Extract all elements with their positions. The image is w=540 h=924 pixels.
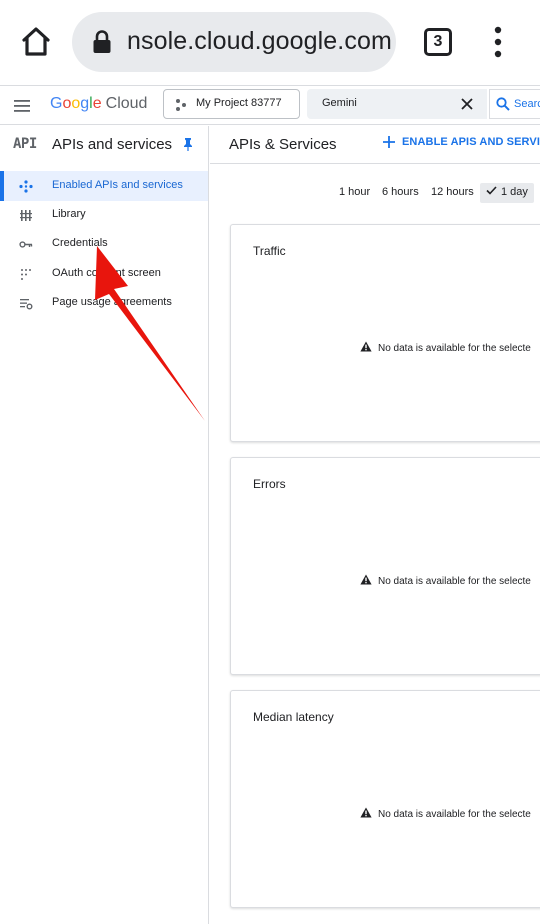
search-input[interactable]: Gemini (307, 89, 487, 119)
console-header: Google Cloud My Project 83777 Gemini Sear… (0, 87, 540, 125)
search-icon (496, 97, 510, 111)
sidebar: API APIs and services Enabled APIs and s… (0, 126, 209, 924)
divider (210, 163, 540, 164)
search-input-value: Gemini (322, 97, 357, 109)
close-icon[interactable] (460, 97, 474, 111)
logo-letter: o (71, 95, 81, 112)
main-content: APIs & Services ENABLE APIS AND SERVICES… (210, 126, 540, 924)
sidebar-item-library[interactable]: Library (0, 200, 208, 230)
hamburger-icon (14, 100, 30, 112)
warning-icon (360, 807, 372, 818)
time-range-1-day[interactable]: 1 day (480, 183, 534, 203)
check-icon (486, 186, 497, 195)
settings-list-icon (20, 299, 33, 310)
card-title: Median latency (253, 710, 334, 724)
address-bar[interactable]: nsole.cloud.google.com (72, 12, 396, 72)
browser-toolbar: nsole.cloud.google.com 3 (0, 0, 540, 86)
sidebar-item-credentials[interactable]: Credentials (0, 229, 208, 259)
project-picker-button[interactable]: My Project 83777 (163, 89, 300, 119)
warning-icon (360, 574, 372, 585)
google-cloud-logo[interactable]: Google Cloud (50, 95, 147, 113)
home-button[interactable] (16, 22, 56, 62)
logo-letter: g (80, 95, 90, 112)
card-title: Errors (253, 477, 286, 491)
sidebar-item-label: Credentials (52, 237, 108, 249)
warning-icon (360, 341, 372, 352)
logo-letter: G (50, 95, 63, 112)
sidebar-item-label: Library (52, 208, 86, 220)
search-button-label: Searc (514, 98, 540, 110)
project-name: My Project 83777 (196, 97, 282, 109)
key-icon (19, 241, 33, 248)
page-title: APIs & Services (229, 136, 337, 153)
sidebar-item-page-usage[interactable]: Page usage agreements (0, 288, 208, 318)
time-range-1-hour[interactable]: 1 hour (333, 183, 376, 203)
card-title: Traffic (253, 244, 286, 258)
sidebar-item-label: Enabled APIs and services (52, 179, 183, 191)
no-data-text: No data is available for the selecte (378, 576, 531, 587)
no-data-message: No data is available for the selecte (360, 807, 531, 820)
lock-icon (93, 30, 111, 53)
sidebar-item-label: Page usage agreements (52, 296, 172, 308)
time-range-6-hours[interactable]: 6 hours (376, 183, 425, 203)
median-latency-chart-card: Median latency No data is available for … (230, 690, 540, 908)
diamond-dots-icon (19, 180, 33, 193)
library-icon (20, 210, 32, 221)
browser-menu-button[interactable] (488, 26, 508, 60)
plus-icon (383, 136, 395, 148)
no-data-message: No data is available for the selecte (360, 574, 531, 587)
home-icon (22, 27, 50, 56)
errors-chart-card: Errors No data is available for the sele… (230, 457, 540, 675)
search-button[interactable]: Searc (489, 89, 540, 119)
time-range-12-hours[interactable]: 12 hours (425, 183, 480, 203)
sidebar-item-enabled-apis[interactable]: Enabled APIs and services (0, 171, 208, 201)
no-data-text: No data is available for the selecte (378, 809, 531, 820)
sidebar-title: APIs and services (52, 136, 173, 153)
logo-letter: e (92, 95, 102, 112)
url-text: nsole.cloud.google.com (127, 27, 392, 55)
logo-cloud-text: Cloud (105, 95, 148, 112)
no-data-text: No data is available for the selecte (378, 343, 531, 354)
enable-apis-label: ENABLE APIS AND SERVICES (402, 136, 540, 148)
time-range-label: 1 day (501, 186, 528, 198)
sidebar-item-label: OAuth consent screen (52, 267, 161, 279)
traffic-chart-card: Traffic No data is available for the sel… (230, 224, 540, 442)
more-vert-icon (494, 26, 502, 58)
api-badge-icon: API (13, 136, 37, 152)
navigation-menu-button[interactable] (12, 96, 34, 116)
consent-dots-icon (21, 269, 31, 280)
tab-switcher-button[interactable]: 3 (424, 28, 452, 56)
project-hierarchy-icon (176, 99, 186, 111)
no-data-message: No data is available for the selecte (360, 341, 531, 354)
pin-icon[interactable] (183, 137, 193, 151)
sidebar-item-oauth-consent[interactable]: OAuth consent screen (0, 259, 208, 289)
